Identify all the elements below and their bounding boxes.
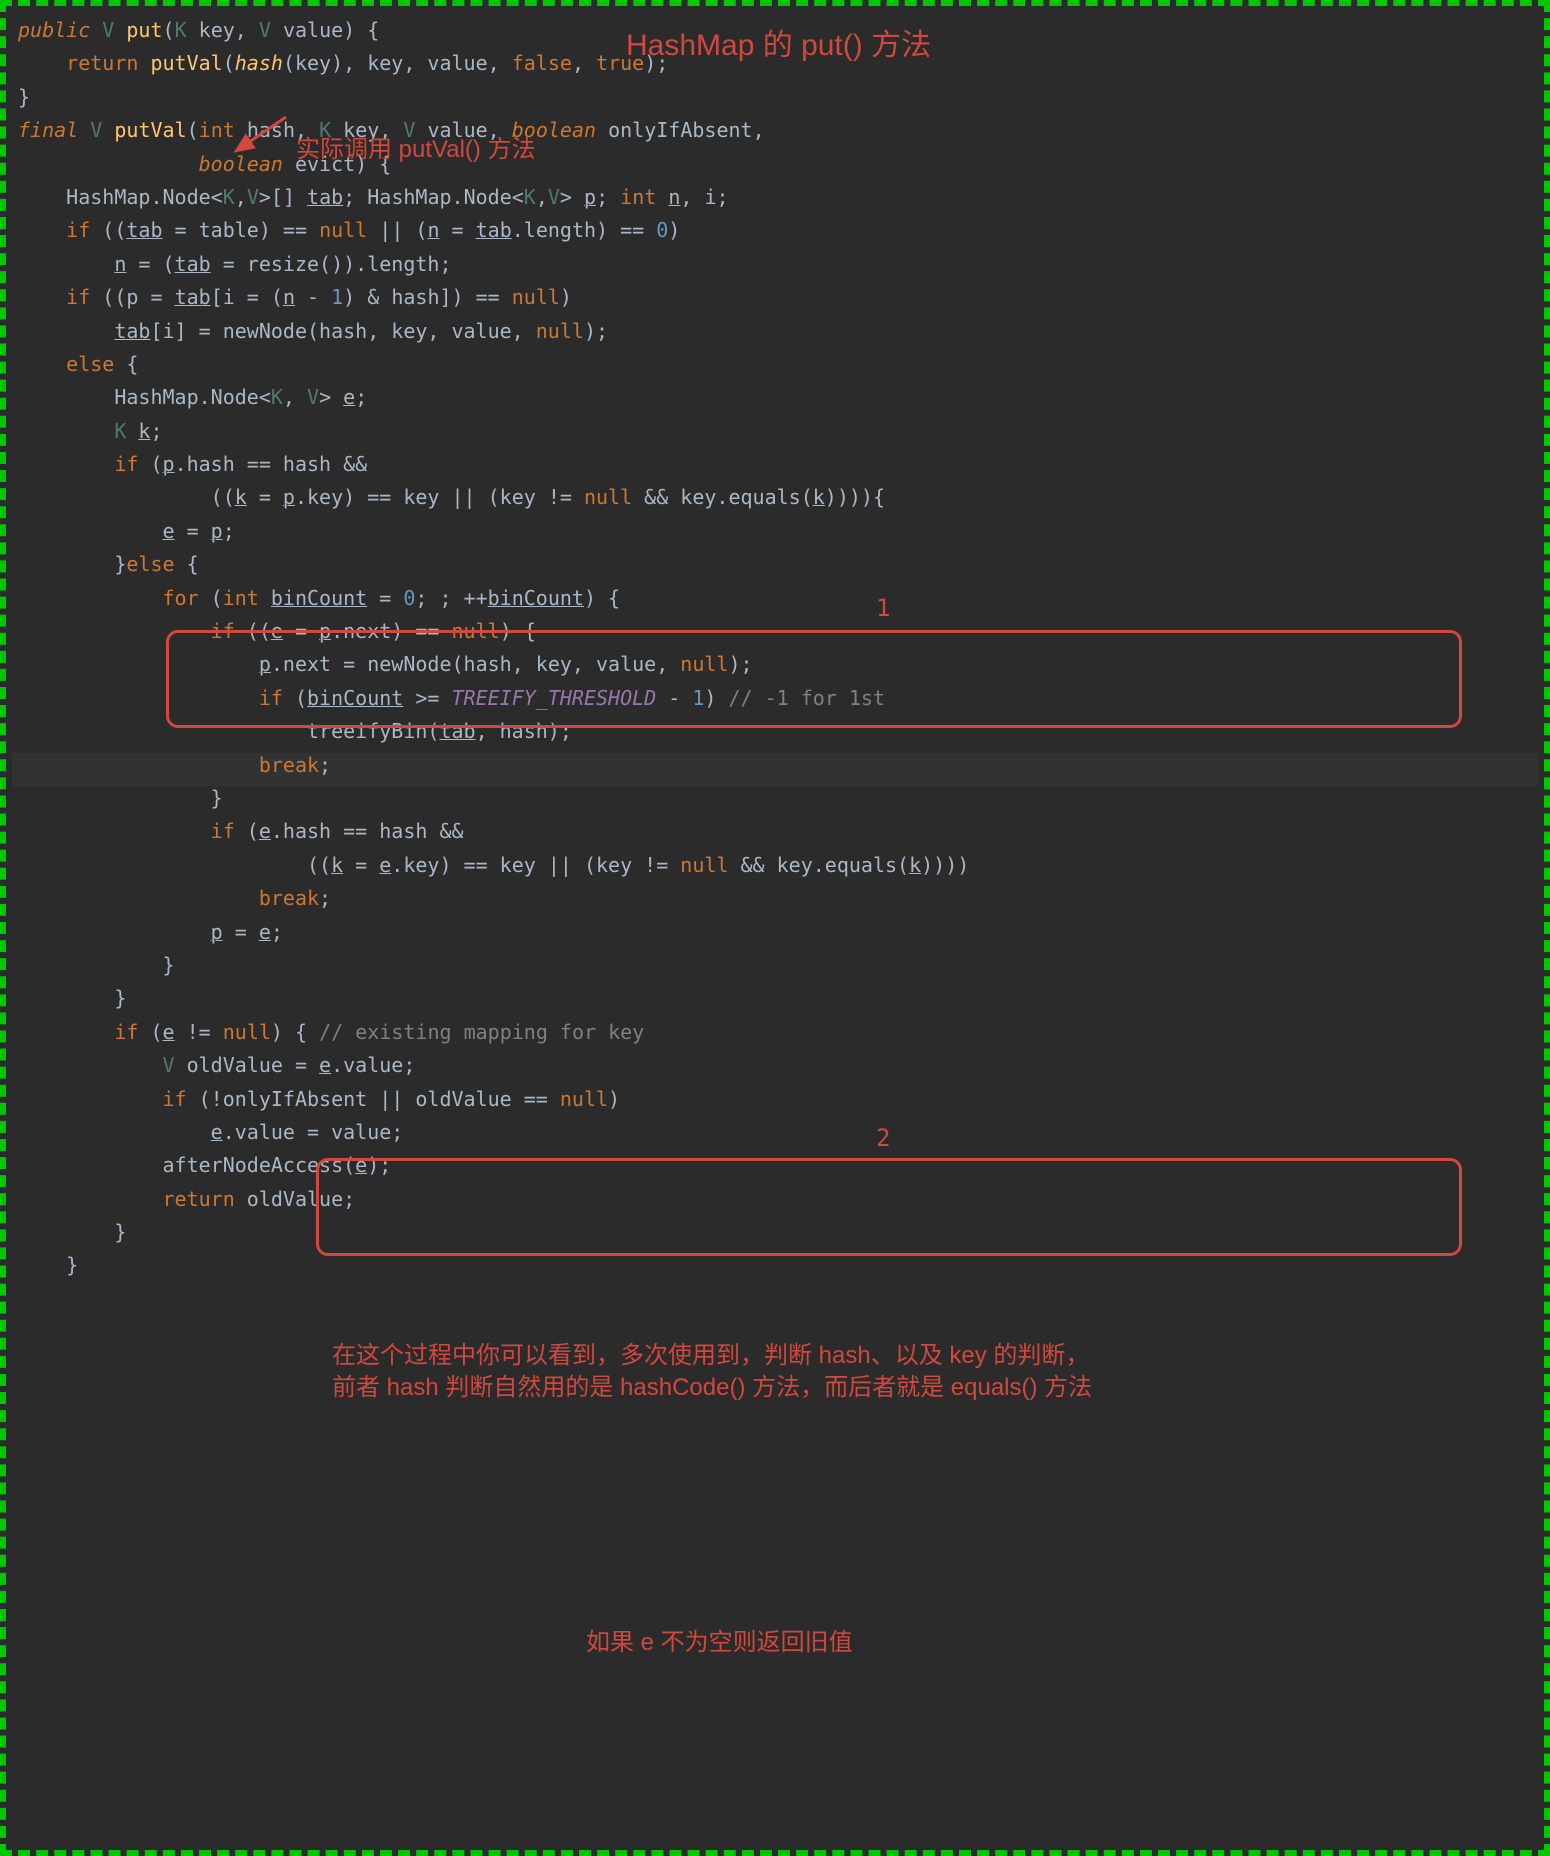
annotation-summary-line1: 在这个过程中你可以看到，多次使用到，判断 hash、以及 key 的判断，: [332, 1342, 1089, 1369]
annotation-summary-line2: 前者 hash 判断自然用的是 hashCode() 方法，而后者就是 equa…: [332, 1374, 1092, 1401]
annotation-box1-number: 1: [876, 592, 890, 624]
code-block: public V put(K key, V value) { return pu…: [6, 14, 1544, 1283]
annotation-old-value: 如果 e 不为空则返回旧值: [586, 1627, 853, 1659]
annotation-title: HashMap 的 put() 方法: [626, 26, 931, 67]
annotation-calls: 实际调用 putVal() 方法: [296, 134, 536, 166]
code-screenshot: HashMap 的 put() 方法 实际调用 putVal() 方法 1 2 …: [0, 0, 1550, 1856]
annotation-box2-number: 2: [876, 1122, 890, 1154]
annotation-summary: 在这个过程中你可以看到，多次使用到，判断 hash、以及 key 的判断， 前者…: [332, 1340, 1462, 1405]
arrow-icon: [226, 111, 296, 161]
